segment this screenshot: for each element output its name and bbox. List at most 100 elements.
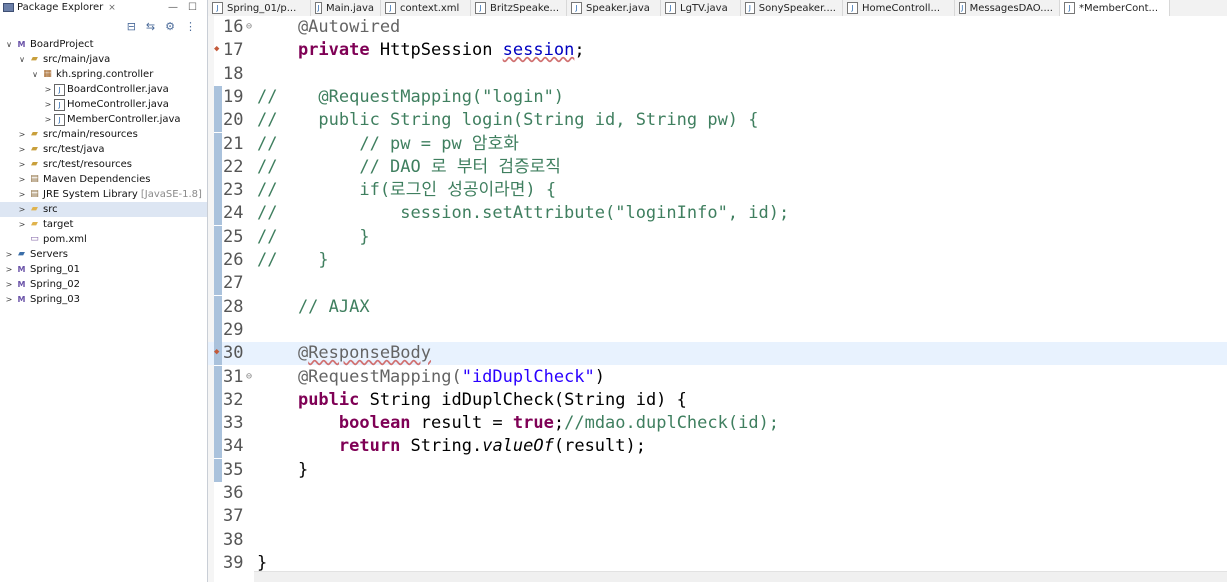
- code-line[interactable]: 26 // }: [208, 249, 1227, 272]
- tree-item[interactable]: > ▰ Servers: [0, 247, 207, 262]
- chevron-down-icon[interactable]: ∨: [30, 67, 40, 82]
- code-text: // session.setAttribute("loginInfo", id)…: [257, 202, 789, 225]
- code-line[interactable]: 31 ⊖ @RequestMapping("idDuplCheck"): [208, 365, 1227, 389]
- code-line[interactable]: 32 public String idDuplCheck(String id) …: [208, 388, 1227, 412]
- tree-item[interactable]: > J HomeController.java: [0, 97, 207, 112]
- collapse-all-icon[interactable]: ⊟: [127, 20, 136, 33]
- chevron-right-icon[interactable]: >: [17, 172, 27, 187]
- code-line[interactable]: ◆ 17 private HttpSession session;: [208, 39, 1227, 62]
- tree-item[interactable]: > ▤ Maven Dependencies: [0, 172, 207, 187]
- project-icon: M: [17, 265, 26, 274]
- warning-marker-icon[interactable]: ◆: [214, 43, 219, 55]
- code-line[interactable]: ◆ 30 @ResponseBody: [208, 342, 1227, 366]
- change-marker: [214, 435, 222, 459]
- code-line[interactable]: 29: [208, 318, 1227, 342]
- editor-tab[interactable]: J BritzSpeake...: [471, 0, 567, 16]
- chevron-right-icon[interactable]: >: [17, 202, 27, 217]
- editor-tab[interactable]: J MessagesDAO....: [955, 0, 1060, 16]
- code-line[interactable]: 22 // // DAO 로 부터 검증로직: [208, 155, 1227, 179]
- chevron-right-icon[interactable]: >: [4, 262, 14, 277]
- code-line[interactable]: 34 return String.valueOf(result);: [208, 435, 1227, 459]
- code-line[interactable]: 25 // }: [208, 225, 1227, 249]
- chevron-right-icon[interactable]: >: [4, 277, 14, 292]
- fold-toggle-icon[interactable]: ⊖: [246, 366, 252, 387]
- focus-icon[interactable]: ⚙: [165, 20, 175, 33]
- chevron-down-icon[interactable]: ∨: [17, 52, 27, 67]
- link-with-editor-icon[interactable]: ⇆: [146, 20, 155, 33]
- tree-item[interactable]: > M Spring_01: [0, 262, 207, 277]
- code-line[interactable]: 23 // if(로그인 성공이라면) {: [208, 179, 1227, 203]
- warning-marker-icon[interactable]: ◆: [214, 346, 219, 358]
- tree-item[interactable]: ∨ ▰ src/main/java: [0, 52, 207, 67]
- tree-item[interactable]: ∨ ▦ kh.spring.controller: [0, 67, 207, 82]
- tree-item[interactable]: ▭ pom.xml: [0, 232, 207, 247]
- chevron-right-icon[interactable]: >: [43, 97, 53, 112]
- chevron-right-icon[interactable]: >: [17, 187, 27, 202]
- tree-item[interactable]: > ▰ src: [0, 202, 207, 217]
- editor-tab[interactable]: J Spring_01/p...: [208, 0, 311, 16]
- chevron-right-icon[interactable]: >: [43, 82, 53, 97]
- editor-tab[interactable]: J *MemberCont...: [1060, 0, 1170, 16]
- tree-item[interactable]: > ▰ src/test/java: [0, 142, 207, 157]
- chevron-right-icon[interactable]: >: [17, 142, 27, 157]
- tree-item[interactable]: > ▰ target: [0, 217, 207, 232]
- code-line[interactable]: 36: [208, 482, 1227, 505]
- chevron-right-icon[interactable]: >: [17, 217, 27, 232]
- chevron-right-icon[interactable]: >: [17, 157, 27, 172]
- code-line[interactable]: 16 ⊖ @Autowired: [208, 16, 1227, 39]
- code-line[interactable]: 38: [208, 529, 1227, 552]
- tree-item[interactable]: > ▤ JRE System Library [JavaSE-1.8]: [0, 187, 207, 202]
- editor-tab[interactable]: J Speaker.java: [567, 0, 661, 16]
- editor-tab[interactable]: J Main.java: [311, 0, 381, 16]
- code-line[interactable]: 37: [208, 505, 1227, 528]
- tree-item[interactable]: > ▰ src/main/resources: [0, 127, 207, 142]
- tree-item[interactable]: > M Spring_03: [0, 292, 207, 307]
- code-line[interactable]: 33 boolean result = true;//mdao.duplChec…: [208, 412, 1227, 436]
- tree-item[interactable]: > ▰ src/test/resources: [0, 157, 207, 172]
- line-number: 34: [223, 436, 244, 457]
- xml-file-icon: ▭: [30, 234, 39, 244]
- chevron-right-icon[interactable]: >: [17, 127, 27, 142]
- code-line[interactable]: 28 // AJAX: [208, 295, 1227, 319]
- minimize-icon[interactable]: —: [168, 2, 178, 13]
- code-token: String idDuplCheck(String id) {: [359, 389, 687, 410]
- tree-item[interactable]: > J BoardController.java: [0, 82, 207, 97]
- code-line[interactable]: 18: [208, 63, 1227, 86]
- source-folder-icon: ▰: [31, 54, 38, 64]
- file-icon: J: [315, 2, 322, 14]
- code-editor[interactable]: 16 ⊖ @Autowired ◆ 17 private HttpSession se…: [208, 16, 1227, 582]
- tree-item-label: target: [43, 219, 74, 230]
- editor-tab[interactable]: J LgTV.java: [661, 0, 741, 16]
- change-marker: [214, 458, 222, 482]
- chevron-down-icon[interactable]: ∨: [4, 37, 14, 52]
- code-line[interactable]: 35 }: [208, 458, 1227, 482]
- tree-item-label: src/test/java: [43, 144, 105, 155]
- editor-tab[interactable]: J HomeControll...: [843, 0, 955, 16]
- tree-item[interactable]: > J MemberController.java: [0, 112, 207, 127]
- code-line[interactable]: 21 // // pw = pw 암호화: [208, 132, 1227, 156]
- change-marker: [214, 85, 222, 109]
- tree-item[interactable]: > M Spring_02: [0, 277, 207, 292]
- maximize-icon[interactable]: ☐: [188, 2, 197, 13]
- code-line[interactable]: 20 // public String login(String id, Stri…: [208, 109, 1227, 133]
- chevron-right-icon[interactable]: >: [4, 247, 14, 262]
- tree-item-label: src/main/resources: [43, 129, 138, 140]
- close-icon[interactable]: ⨯: [108, 3, 116, 13]
- editor-tab[interactable]: Jcontext.xml: [381, 0, 471, 16]
- file-icon: J: [385, 2, 396, 14]
- code-text: public String idDuplCheck(String id) {: [257, 389, 687, 412]
- code-line[interactable]: 27: [208, 272, 1227, 296]
- view-menu-icon[interactable]: ⋮: [185, 20, 196, 33]
- horizontal-scrollbar[interactable]: [254, 571, 1227, 582]
- package-explorer-tab[interactable]: Package Explorer ⨯ — ☐: [0, 0, 207, 15]
- editor-tab-label: HomeControll...: [862, 2, 940, 14]
- editor-tab[interactable]: J SonySpeaker....: [741, 0, 843, 16]
- tree-item[interactable]: ∨ M BoardProject: [0, 37, 207, 52]
- line-number: 21: [223, 133, 244, 154]
- fold-toggle-icon[interactable]: ⊖: [246, 16, 252, 37]
- code-line[interactable]: 24 // session.setAttribute("loginInfo", i…: [208, 202, 1227, 226]
- chevron-right-icon[interactable]: >: [4, 292, 14, 307]
- code-line[interactable]: 19 // @RequestMapping("login"): [208, 85, 1227, 109]
- chevron-right-icon[interactable]: >: [43, 112, 53, 127]
- editor-tab-label: Speaker.java: [586, 2, 650, 14]
